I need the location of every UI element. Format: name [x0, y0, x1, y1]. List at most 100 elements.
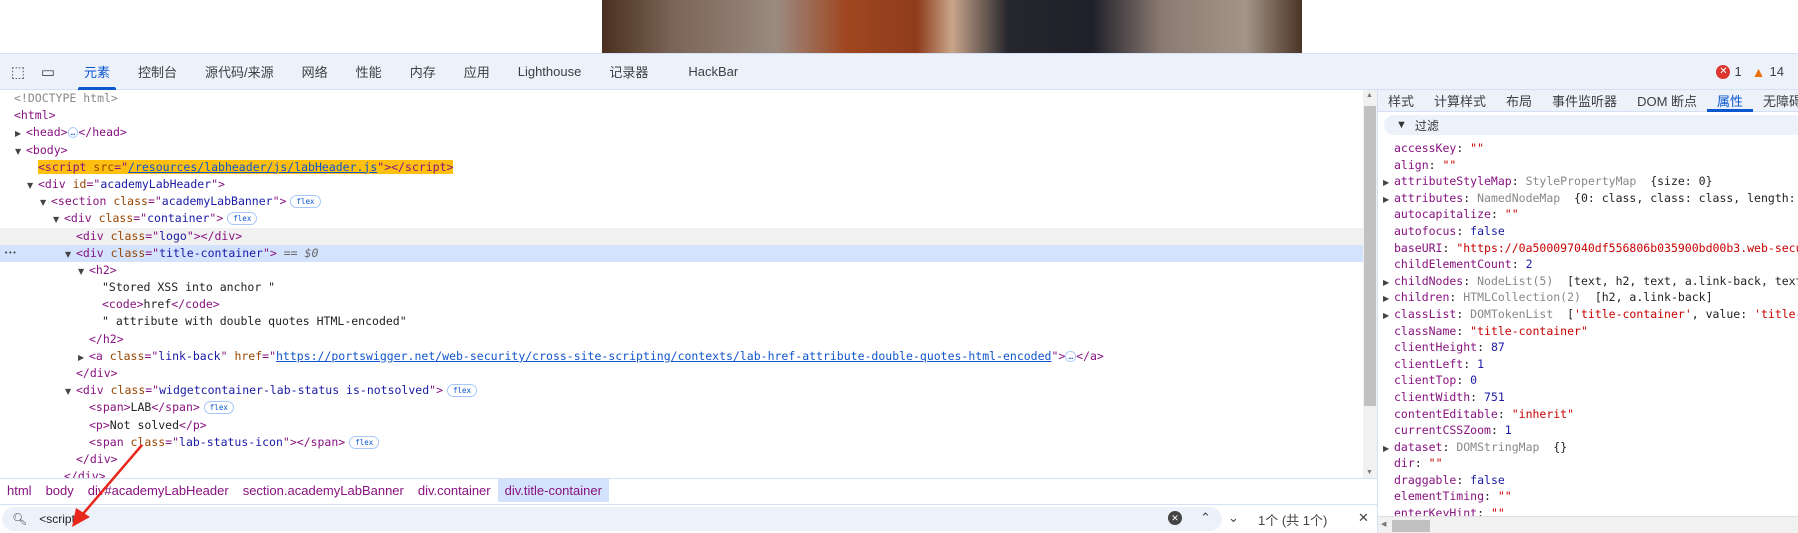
property-row[interactable]: currentCSSZoom: 1	[1378, 422, 1798, 439]
expanded-arrow-icon[interactable]: ▼	[53, 211, 64, 228]
tab-2[interactable]: 源代码/来源	[191, 54, 288, 90]
dom-node-row[interactable]: ▼ <h2>	[0, 262, 1363, 279]
property-row[interactable]: childElementCount: 2	[1378, 256, 1798, 273]
expanded-arrow-icon[interactable]: ▼	[78, 263, 89, 280]
breadcrumb-item[interactable]: div.container	[411, 479, 498, 502]
breadcrumb-item[interactable]: section.academyLabBanner	[236, 479, 411, 502]
scroll-down-icon[interactable]: ▼	[1366, 469, 1373, 476]
dom-node-row[interactable]: ▶ <head>… </head>	[0, 124, 1363, 141]
tab-4[interactable]: 性能	[342, 54, 396, 90]
attribute-link[interactable]: /resources/labheader/js/labHeader.js	[128, 160, 377, 174]
sidebar-tab-1[interactable]: 计算样式	[1424, 90, 1496, 111]
property-row[interactable]: accessKey: ""	[1378, 140, 1798, 157]
sidebar-tab-5[interactable]: 属性	[1707, 90, 1754, 112]
dom-tree-scrollbar[interactable]: ▲ ▼	[1363, 90, 1377, 478]
dom-node-row[interactable]: ▶ <a class="link-back" href="https://port…	[0, 348, 1363, 365]
scroll-up-icon[interactable]: ▲	[1366, 92, 1373, 99]
tab-8[interactable]: 记录器	[595, 54, 662, 90]
scrollbar-thumb[interactable]	[1364, 106, 1376, 406]
filter-input[interactable]: ▼ 过滤	[1384, 115, 1798, 135]
dom-node-row[interactable]: ▼ <section class="academyLabBanner"> flex	[0, 193, 1363, 210]
device-toolbar-icon[interactable]: ▭	[36, 60, 60, 84]
property-row[interactable]: dir: ""	[1378, 455, 1798, 472]
properties-horizontal-scrollbar[interactable]: ◀	[1378, 516, 1798, 533]
dom-node-row[interactable]: <span class="lab-status-icon"></span> fle…	[0, 434, 1363, 451]
row-menu-icon[interactable]: •••	[4, 245, 17, 262]
search-value[interactable]: <script>	[39, 512, 82, 526]
dom-node-row[interactable]: </h2>	[0, 331, 1363, 348]
tab-6[interactable]: 应用	[450, 54, 504, 90]
flex-badge[interactable]: flex	[290, 195, 321, 209]
flex-badge[interactable]: flex	[227, 212, 258, 226]
property-row[interactable]: elementTiming: ""	[1378, 488, 1798, 505]
dom-node-row[interactable]: </div>	[0, 468, 1363, 478]
sidebar-tab-2[interactable]: 布局	[1496, 90, 1542, 111]
dom-node-row[interactable]: <!DOCTYPE html>	[0, 90, 1363, 107]
tab-0[interactable]: 元素	[70, 54, 124, 90]
property-row[interactable]: clientHeight: 87	[1378, 339, 1798, 356]
dom-node-row[interactable]: <code>href</code>	[0, 296, 1363, 313]
close-search-button[interactable]: ✕	[1358, 510, 1369, 526]
tab-5[interactable]: 内存	[396, 54, 450, 90]
attribute-link[interactable]: https://portswigger.net/web-security/cro…	[276, 349, 1051, 363]
scrollbar-thumb[interactable]	[1392, 520, 1430, 532]
flex-badge[interactable]: flex	[349, 435, 380, 449]
previous-result-button[interactable]: ⌃	[1200, 510, 1211, 526]
property-row[interactable]: ▶ children: HTMLCollection(2) [h2, a.link…	[1378, 289, 1798, 306]
property-row[interactable]: autocapitalize: ""	[1378, 206, 1798, 223]
property-row[interactable]: className: "title-container"	[1378, 323, 1798, 340]
property-row[interactable]: clientLeft: 1	[1378, 356, 1798, 373]
dom-node-row[interactable]: <span>LAB</span> flex	[0, 399, 1363, 416]
dom-node-row[interactable]: ▼ <div id="academyLabHeader">	[0, 176, 1363, 193]
property-row[interactable]: draggable: false	[1378, 472, 1798, 489]
collapsed-arrow-icon[interactable]: ▶	[15, 125, 26, 142]
dom-node-row[interactable]: "Stored XSS into anchor "	[0, 279, 1363, 296]
property-row[interactable]: clientWidth: 751	[1378, 389, 1798, 406]
tab-7[interactable]: Lighthouse	[504, 54, 596, 90]
dom-node-row[interactable]: </div>	[0, 451, 1363, 468]
inspect-element-icon[interactable]: ⬚	[6, 60, 30, 84]
property-row[interactable]: clientTop: 0	[1378, 372, 1798, 389]
property-row[interactable]: ▶ dataset: DOMStringMap {}	[1378, 439, 1798, 456]
expanded-arrow-icon[interactable]: ▼	[15, 143, 26, 160]
dom-node-row[interactable]: ▼ <body>	[0, 142, 1363, 159]
dom-node-row[interactable]: <div class="logo"></div>	[0, 227, 1363, 245]
flex-badge[interactable]: flex	[447, 384, 478, 398]
expand-ellipsis-button[interactable]: …	[67, 127, 79, 139]
collapsed-arrow-icon[interactable]: ▶	[78, 349, 89, 366]
property-row[interactable]: align: ""	[1378, 157, 1798, 174]
dom-tree[interactable]: <!DOCTYPE html> <html> ▶ <head>… </head> ▼ <bo…	[0, 90, 1363, 478]
tab-9[interactable]: HackBar	[674, 54, 752, 90]
tab-3[interactable]: 网络	[288, 54, 342, 90]
dom-node-row[interactable]: " attribute with double quotes HTML-enco…	[0, 313, 1363, 330]
property-row[interactable]: ▶ attributeStyleMap: StylePropertyMap {si…	[1378, 173, 1798, 190]
property-row[interactable]: autofocus: false	[1378, 223, 1798, 240]
dom-node-row[interactable]: ▼ <div class="widgetcontainer-lab-status …	[0, 382, 1363, 399]
breadcrumb-item[interactable]: div#academyLabHeader	[81, 479, 236, 502]
dom-node-row[interactable]: <html>	[0, 107, 1363, 124]
expand-ellipsis-button[interactable]: …	[1065, 350, 1077, 362]
dom-node-row[interactable]: <script src="/resources/labheader/js/lab…	[0, 159, 1363, 176]
expanded-arrow-icon[interactable]: ▼	[65, 383, 76, 400]
issue-counts[interactable]: ✕ 1 ▲ 14	[1716, 64, 1784, 80]
tab-1[interactable]: 控制台	[124, 54, 191, 90]
breadcrumb-item[interactable]: div.title-container	[497, 479, 609, 502]
property-row[interactable]: ▶ classList: DOMTokenList ['title-contain…	[1378, 306, 1798, 323]
dom-node-row[interactable]: <p>Not solved</p>	[0, 417, 1363, 434]
clear-search-icon[interactable]: ✕	[1168, 511, 1182, 525]
dom-node-row[interactable]: ▼ <div class="container"> flex	[0, 210, 1363, 227]
expanded-arrow-icon[interactable]: ▼	[40, 194, 51, 211]
property-row[interactable]: ▶ childNodes: NodeList(5) [text, h2, text…	[1378, 273, 1798, 290]
expanded-arrow-icon[interactable]: ▼	[27, 177, 38, 194]
next-result-button[interactable]: ⌄	[1228, 510, 1239, 526]
sidebar-tab-6[interactable]: 无障碍功能	[1753, 90, 1798, 111]
property-row[interactable]: contentEditable: "inherit"	[1378, 406, 1798, 423]
dom-node-row[interactable]: </div>	[0, 365, 1363, 382]
breadcrumb-item[interactable]: html	[0, 479, 39, 502]
scroll-left-icon[interactable]: ◀	[1381, 520, 1386, 528]
property-row[interactable]: baseURI: "https://0a500097040df556806b03…	[1378, 240, 1798, 257]
property-row[interactable]: ▶ attributes: NamedNodeMap {0: class, cla…	[1378, 190, 1798, 207]
sidebar-tab-4[interactable]: DOM 断点	[1627, 90, 1707, 111]
expanded-arrow-icon[interactable]: ▼	[65, 246, 76, 263]
flex-badge[interactable]: flex	[203, 401, 234, 415]
